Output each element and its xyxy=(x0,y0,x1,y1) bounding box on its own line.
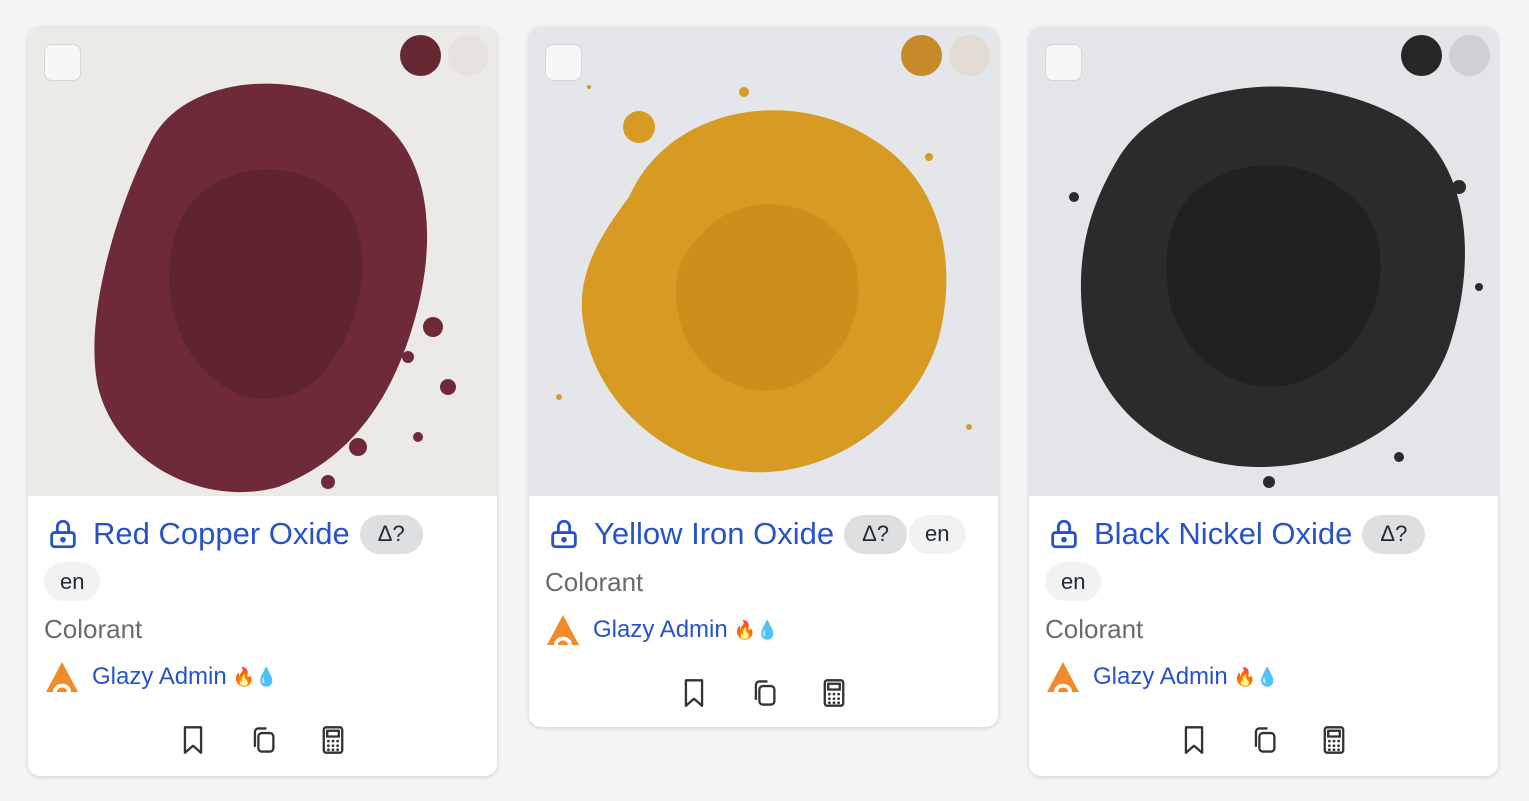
copy-icon[interactable] xyxy=(249,725,277,755)
firing-emoji: 🔥💧 xyxy=(1233,667,1279,687)
glazy-logo-icon xyxy=(545,612,581,648)
glazy-logo-icon xyxy=(44,659,80,695)
material-card[interactable]: Red Copper Oxide Δ? en Colorant Glazy Ad… xyxy=(28,27,497,776)
firing-emoji: 🔥💧 xyxy=(232,667,278,687)
select-checkbox[interactable] xyxy=(1045,44,1082,81)
author-link[interactable]: Glazy Admin xyxy=(1093,663,1228,691)
color-swatch-secondary xyxy=(949,35,990,76)
firing-emoji: 🔥💧 xyxy=(733,620,779,640)
material-category: Colorant xyxy=(44,614,143,644)
color-swatch-primary xyxy=(901,35,942,76)
lock-icon xyxy=(547,517,581,551)
language-badge: en xyxy=(909,514,966,554)
glazy-logo-icon xyxy=(1045,659,1081,695)
material-photo[interactable] xyxy=(529,27,998,496)
calculator-icon[interactable] xyxy=(1320,725,1348,755)
lock-icon xyxy=(1047,517,1081,551)
material-card[interactable]: Black Nickel Oxide Δ? en Colorant Glazy … xyxy=(1029,27,1498,776)
material-name-link[interactable]: Black Nickel Oxide xyxy=(1094,514,1352,554)
material-photo[interactable] xyxy=(28,27,497,496)
author-link[interactable]: Glazy Admin xyxy=(593,616,728,644)
material-category: Colorant xyxy=(1045,614,1144,644)
select-checkbox[interactable] xyxy=(44,44,81,81)
bookmark-icon[interactable] xyxy=(680,678,708,708)
bookmark-icon[interactable] xyxy=(1180,725,1208,755)
material-name-link[interactable]: Red Copper Oxide xyxy=(93,514,350,554)
material-category: Colorant xyxy=(545,567,644,597)
language-badge: en xyxy=(1045,562,1102,601)
bookmark-icon[interactable] xyxy=(179,725,207,755)
material-name-link[interactable]: Yellow Iron Oxide xyxy=(594,514,834,554)
calculator-icon[interactable] xyxy=(820,678,848,708)
select-checkbox[interactable] xyxy=(545,44,582,81)
lock-icon xyxy=(46,517,80,551)
color-swatch-primary xyxy=(400,35,441,76)
author-link[interactable]: Glazy Admin xyxy=(92,663,227,691)
material-photo[interactable] xyxy=(1029,27,1498,496)
copy-icon[interactable] xyxy=(1250,725,1278,755)
color-swatch-secondary xyxy=(1449,35,1490,76)
color-swatch-secondary xyxy=(448,35,489,76)
delta-badge: Δ? xyxy=(1362,514,1426,554)
calculator-icon[interactable] xyxy=(319,725,347,755)
material-card[interactable]: Yellow Iron Oxide Δ? en Colorant Glazy A… xyxy=(529,27,998,727)
language-badge: en xyxy=(44,562,101,601)
delta-badge: Δ? xyxy=(359,514,423,554)
delta-badge: Δ? xyxy=(844,514,908,554)
copy-icon[interactable] xyxy=(750,678,778,708)
color-swatch-primary xyxy=(1401,35,1442,76)
